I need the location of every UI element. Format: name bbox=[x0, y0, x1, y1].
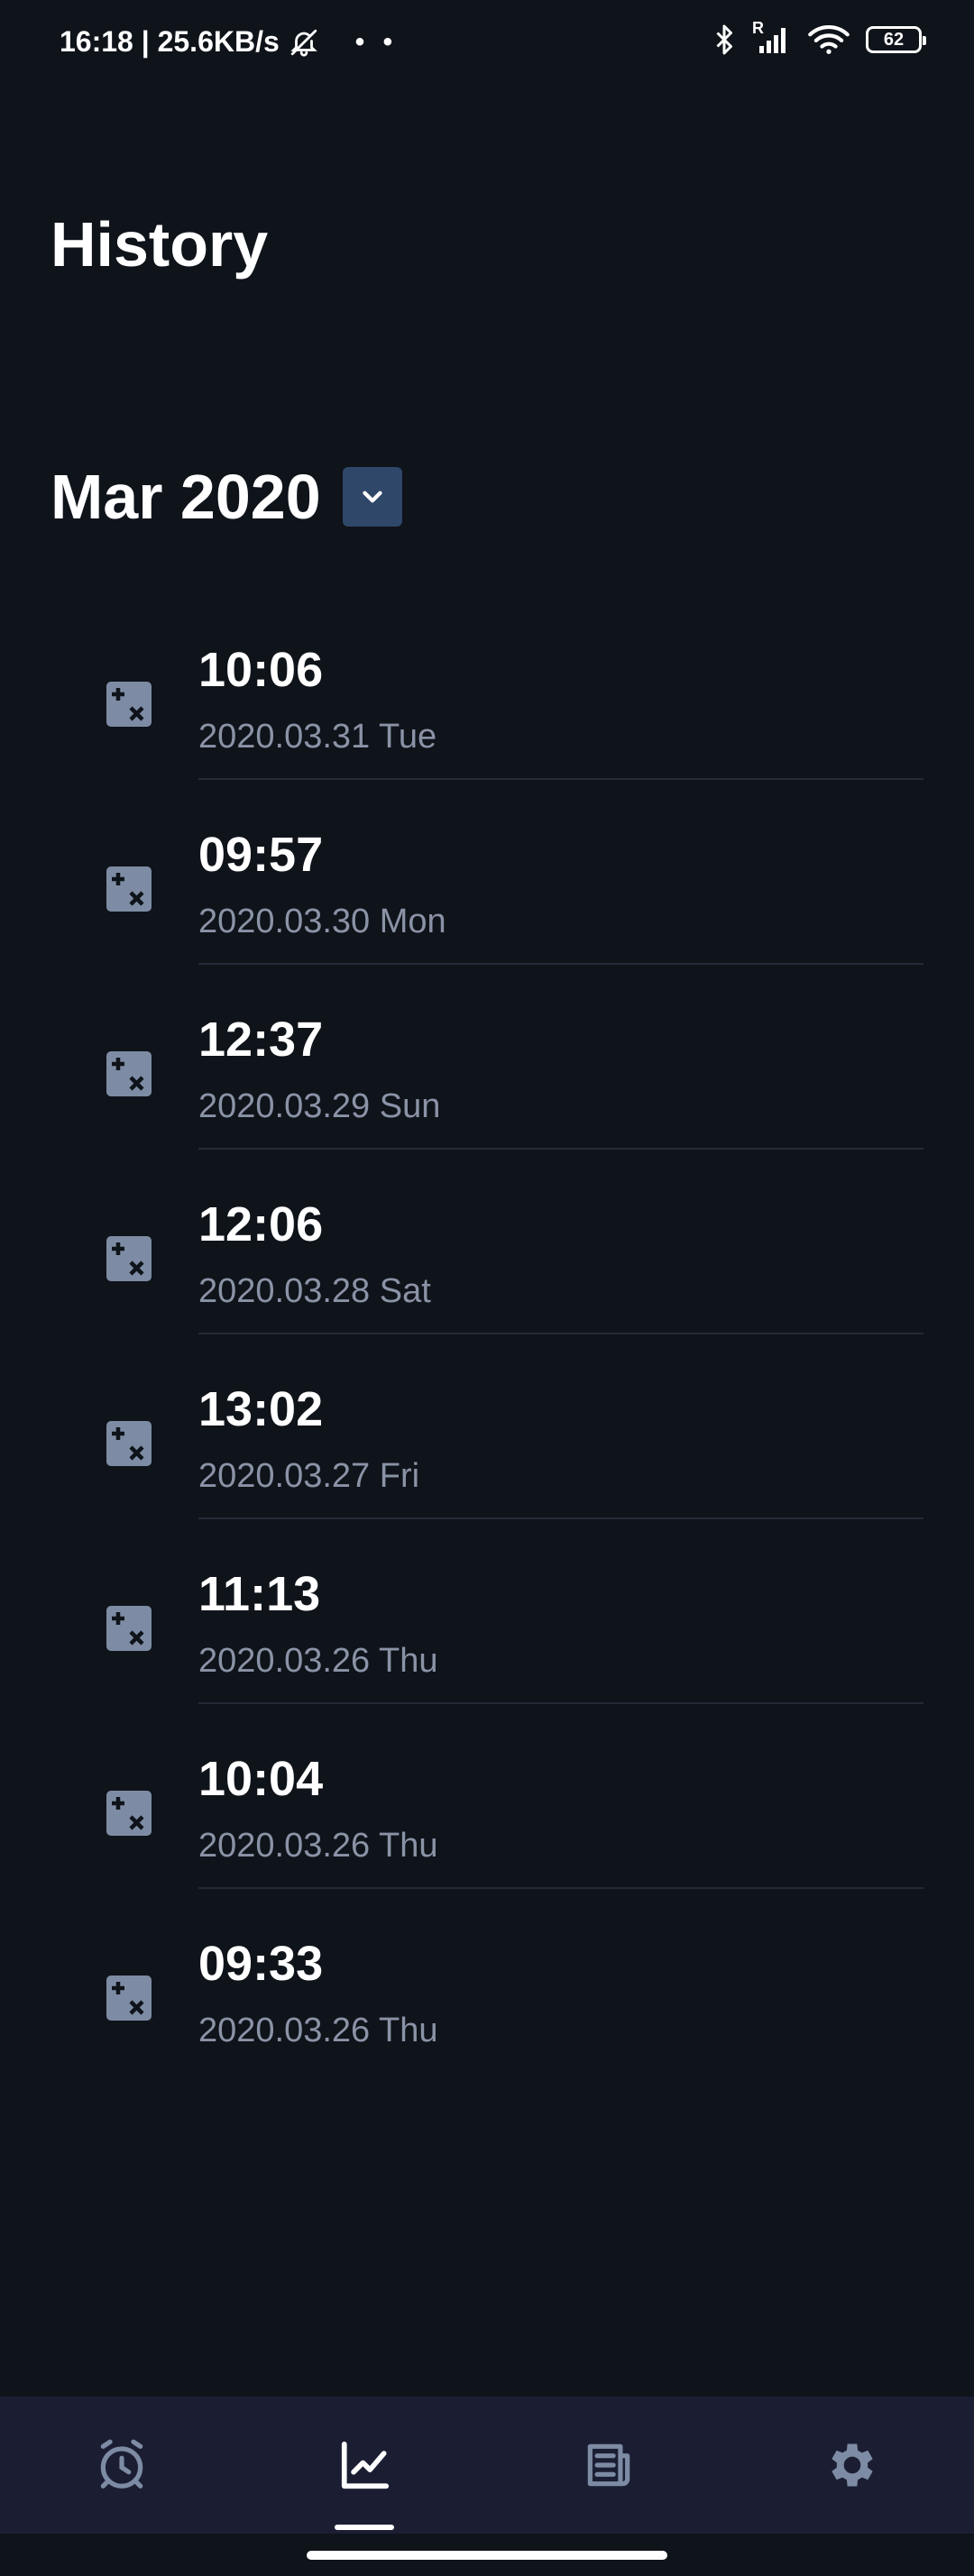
history-date: 2020.03.27 Fri bbox=[198, 1457, 420, 1495]
history-date: 2020.03.26 Thu bbox=[198, 1642, 438, 1680]
wifi-icon bbox=[808, 24, 850, 55]
history-date: 2020.03.30 Mon bbox=[198, 903, 446, 940]
bottom-nav bbox=[0, 2397, 974, 2534]
history-date: 2020.03.29 Sun bbox=[198, 1087, 441, 1125]
chart-line-icon bbox=[341, 2441, 390, 2489]
home-indicator-bar[interactable] bbox=[307, 2551, 667, 2560]
nav-alarm[interactable] bbox=[0, 2397, 244, 2534]
calculator-icon bbox=[106, 866, 152, 912]
history-item[interactable]: 10:04 2020.03.26 Thu bbox=[0, 1704, 974, 1889]
calculator-icon bbox=[106, 1976, 152, 2021]
nav-news[interactable] bbox=[487, 2397, 730, 2534]
calculator-icon bbox=[106, 682, 152, 727]
signal-roaming-label: R bbox=[752, 19, 764, 37]
status-bar: 16:18 | 25.6KB/s • • R 62 bbox=[0, 0, 974, 87]
history-time: 12:37 bbox=[198, 1013, 324, 1067]
history-item[interactable]: 09:57 2020.03.30 Mon bbox=[0, 780, 974, 965]
month-dropdown-button[interactable] bbox=[342, 467, 402, 527]
history-item[interactable]: 09:33 2020.03.26 Thu bbox=[0, 1889, 974, 2074]
nav-history[interactable] bbox=[244, 2397, 487, 2534]
history-item[interactable]: 12:06 2020.03.28 Sat bbox=[0, 1150, 974, 1334]
bell-off-icon bbox=[289, 27, 319, 58]
calculator-icon bbox=[106, 1051, 152, 1096]
cellular-signal-icon: R bbox=[752, 19, 792, 55]
battery-icon: 62 bbox=[866, 26, 926, 53]
nav-settings[interactable] bbox=[730, 2397, 974, 2534]
more-notifications-dots: • • bbox=[354, 26, 399, 57]
bluetooth-icon bbox=[712, 23, 736, 56]
history-item[interactable]: 10:06 2020.03.31 Tue bbox=[0, 595, 974, 780]
history-time: 09:33 bbox=[198, 1937, 324, 1991]
page-title: History bbox=[51, 209, 269, 280]
history-date: 2020.03.28 Sat bbox=[198, 1272, 431, 1310]
gear-icon bbox=[832, 2443, 873, 2487]
status-time-speed: 16:18 | 25.6KB/s bbox=[60, 25, 280, 58]
history-time: 13:02 bbox=[198, 1382, 324, 1436]
status-left: 16:18 | 25.6KB/s • • bbox=[60, 25, 398, 59]
history-list: 10:06 2020.03.31 Tue 09:57 2020.03.30 Mo… bbox=[0, 595, 974, 2074]
status-right: R 62 bbox=[712, 19, 926, 56]
alarm-clock-icon bbox=[100, 2439, 143, 2489]
calculator-icon bbox=[106, 1791, 152, 1836]
history-time: 11:13 bbox=[198, 1567, 321, 1621]
active-tab-indicator bbox=[335, 2525, 394, 2530]
history-date: 2020.03.31 Tue bbox=[198, 718, 437, 756]
history-item[interactable]: 13:02 2020.03.27 Fri bbox=[0, 1334, 974, 1519]
history-time: 12:06 bbox=[198, 1197, 324, 1251]
history-item[interactable]: 12:37 2020.03.29 Sun bbox=[0, 965, 974, 1150]
history-item[interactable]: 11:13 2020.03.26 Thu bbox=[0, 1519, 974, 1704]
battery-level: 62 bbox=[883, 29, 905, 50]
history-date: 2020.03.26 Thu bbox=[198, 1827, 438, 1865]
calculator-icon bbox=[106, 1421, 152, 1466]
chevron-down-icon bbox=[363, 490, 382, 503]
history-time: 10:06 bbox=[198, 643, 324, 697]
calculator-icon bbox=[106, 1606, 152, 1651]
newspaper-icon bbox=[587, 2443, 630, 2487]
history-time: 10:04 bbox=[198, 1752, 324, 1806]
history-time: 09:57 bbox=[198, 828, 324, 882]
history-date: 2020.03.26 Thu bbox=[198, 2012, 438, 2049]
calculator-icon bbox=[106, 1236, 152, 1281]
month-label: Mar 2020 bbox=[51, 462, 321, 532]
month-selector[interactable]: Mar 2020 bbox=[51, 465, 402, 528]
